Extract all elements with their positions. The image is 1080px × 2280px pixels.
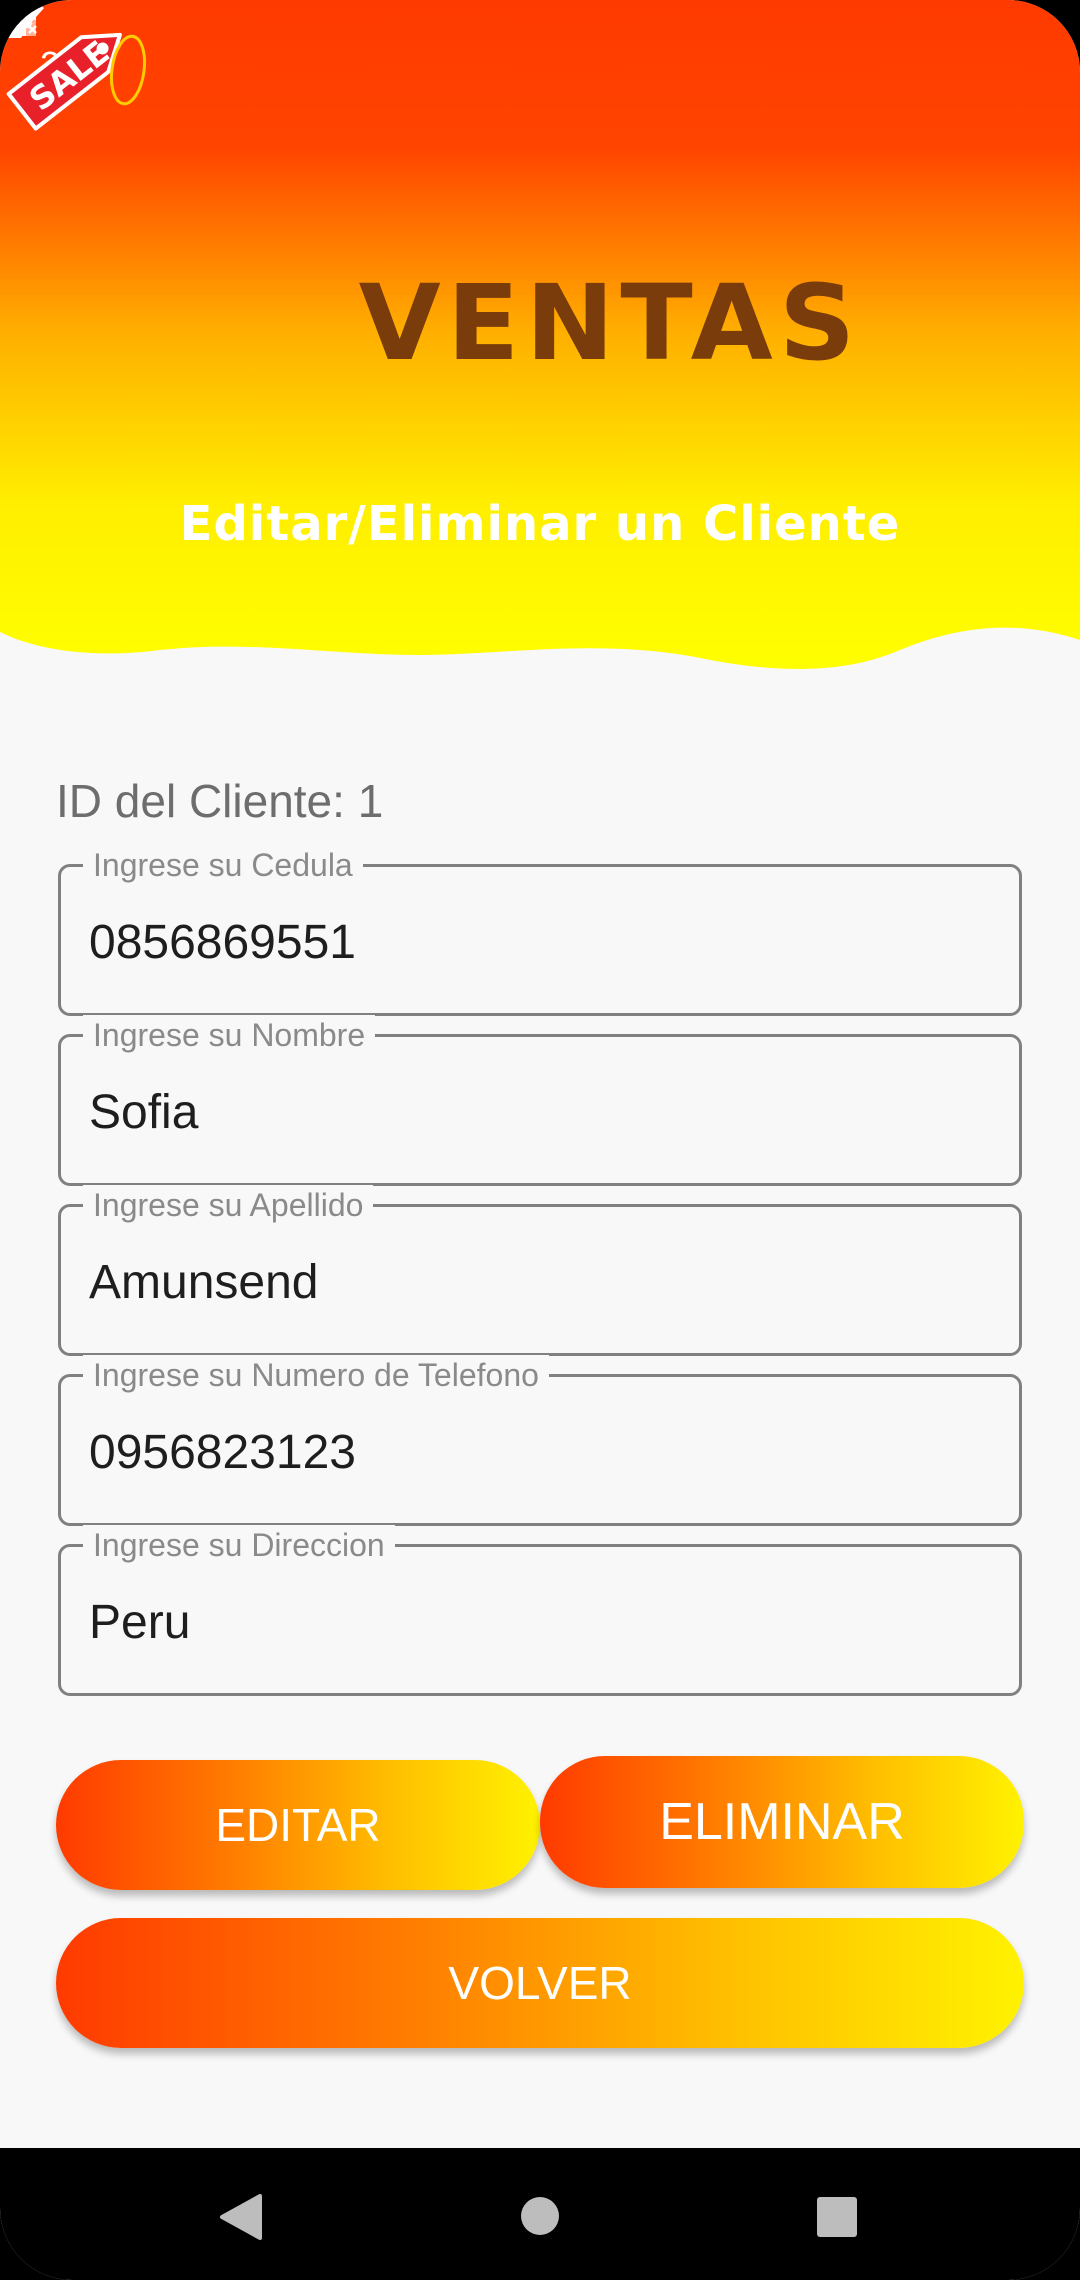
cedula-field-value[interactable]: 0856869551	[89, 915, 356, 970]
apellido-field[interactable]: Ingrese su Apellido Amunsend	[58, 1185, 1022, 1356]
screen-subtitle: Editar/Eliminar un Cliente	[179, 496, 901, 552]
edit-button[interactable]: EDITAR	[56, 1760, 540, 1890]
direccion-field-label: Ingrese su Direccion	[83, 1525, 395, 1565]
back-button[interactable]: VOLVER	[56, 1918, 1024, 2048]
nombre-field[interactable]: Ingrese su Nombre Sofia	[58, 1015, 1022, 1186]
client-id-label: ID del Cliente: 1	[56, 775, 384, 827]
status-bar: 2:45	[0, 0, 1080, 135]
recents-square-icon[interactable]	[816, 2196, 858, 2238]
nombre-field-label: Ingrese su Nombre	[83, 1015, 376, 1055]
telefono-field-value[interactable]: 0956823123	[89, 1425, 356, 1480]
delete-button[interactable]: ELIMINAR	[540, 1756, 1024, 1888]
direccion-field[interactable]: Ingrese su Direccion Peru	[58, 1525, 1022, 1696]
app-title: VENTAS	[358, 262, 862, 384]
app-screen: 2:45 SALE VEN	[0, 0, 1080, 2280]
direccion-field-value[interactable]: Peru	[89, 1595, 190, 1650]
navigation-bar	[0, 2148, 1080, 2280]
apellido-field-value[interactable]: Amunsend	[89, 1255, 318, 1310]
sale-tag-icon: SALE	[6, 32, 147, 131]
nombre-field-value[interactable]: Sofia	[89, 1085, 198, 1140]
home-circle-icon[interactable]	[520, 2196, 560, 2236]
telefono-field[interactable]: Ingrese su Numero de Telefono 0956823123	[58, 1355, 1022, 1526]
back-triangle-icon[interactable]	[218, 2194, 262, 2240]
telefono-field-label: Ingrese su Numero de Telefono	[83, 1355, 549, 1395]
apellido-field-label: Ingrese su Apellido	[83, 1185, 374, 1225]
header-banner: 2:45 SALE VEN	[0, 0, 1080, 700]
cedula-field-label: Ingrese su Cedula	[83, 845, 363, 885]
cedula-field[interactable]: Ingrese su Cedula 0856869551	[58, 845, 1022, 1016]
